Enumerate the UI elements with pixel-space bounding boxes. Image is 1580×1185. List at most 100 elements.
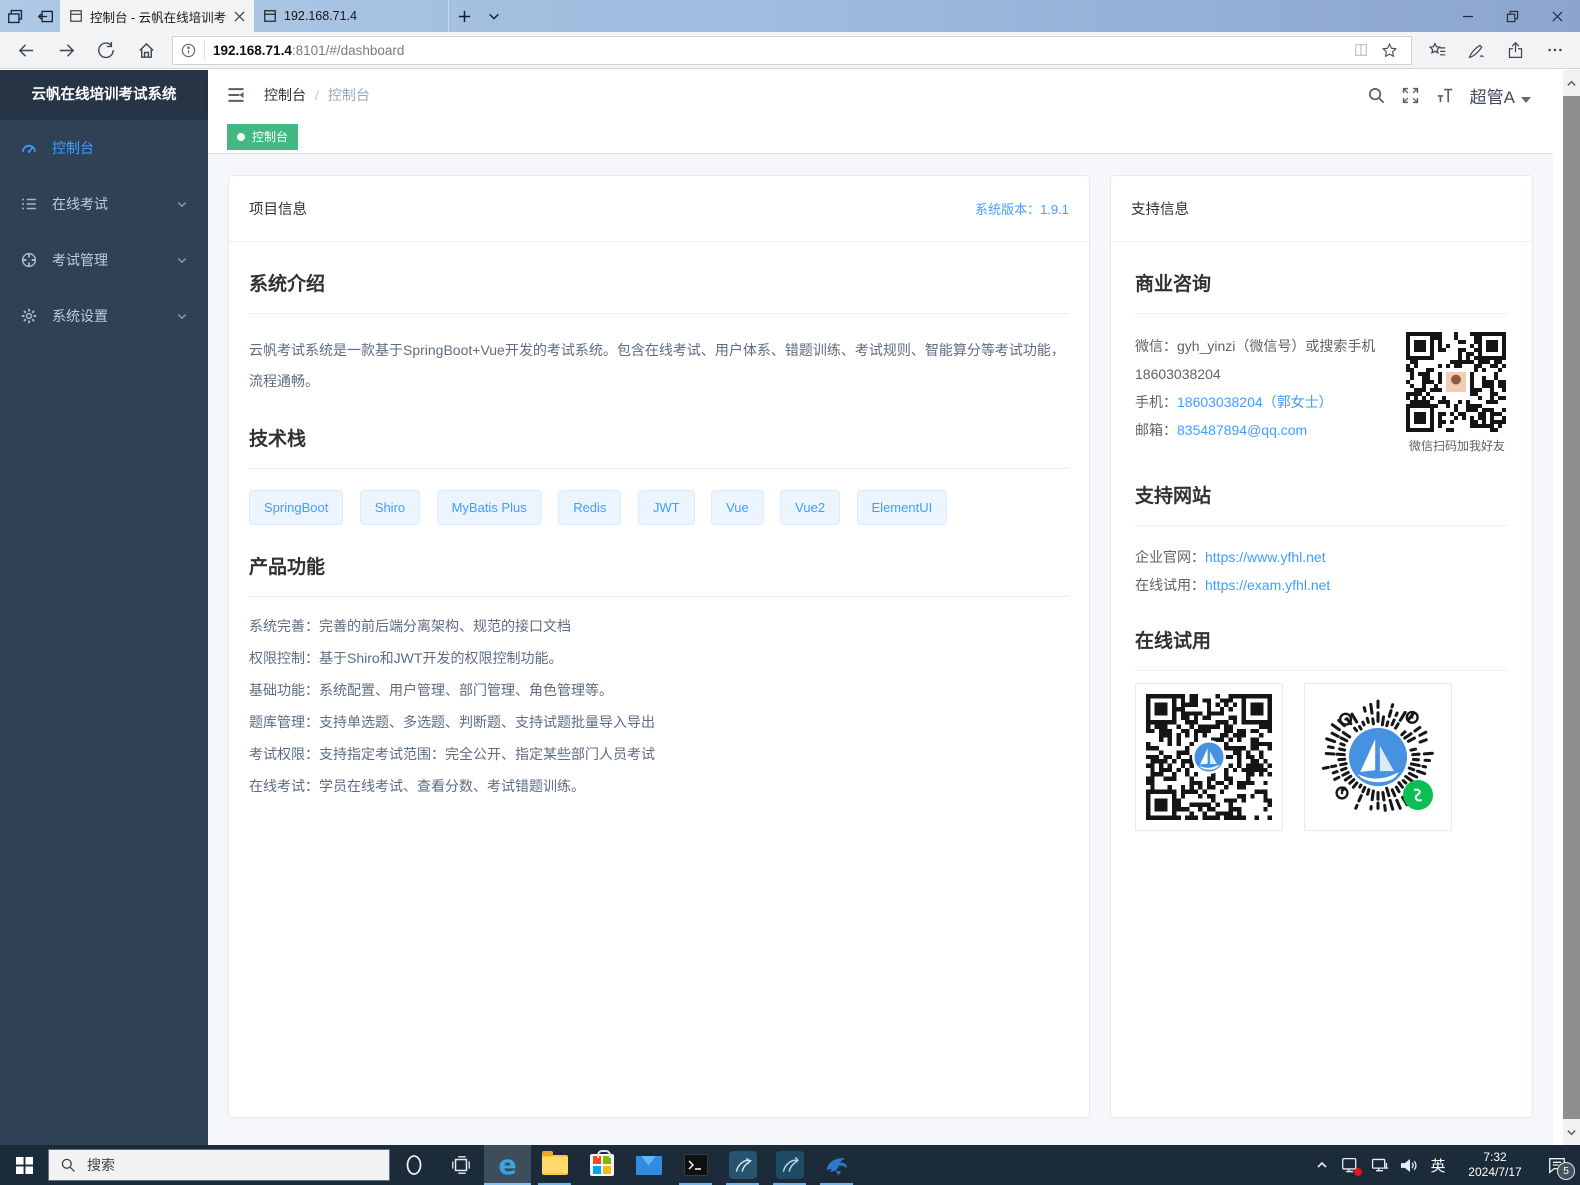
volume-icon[interactable] bbox=[1395, 1145, 1422, 1185]
trial-site-link[interactable]: https://exam.yfhl.net bbox=[1205, 577, 1330, 593]
network-icon[interactable] bbox=[1366, 1145, 1393, 1185]
screen: 控制台 - 云帆在线培训考试系统 192.168.71.4 bbox=[0, 0, 1580, 1185]
taskbar-search-input[interactable]: 搜索 bbox=[48, 1149, 390, 1181]
trial-qr-box bbox=[1135, 683, 1283, 831]
search-icon[interactable] bbox=[1360, 70, 1394, 120]
set-tabs-aside-icon[interactable] bbox=[30, 0, 60, 32]
share-icon[interactable] bbox=[1496, 32, 1535, 68]
taskbar-app-cmd[interactable] bbox=[672, 1145, 719, 1185]
feature-item: 系统完善：完善的前后端分离架构、规范的接口文档 bbox=[249, 610, 1069, 642]
email-link[interactable]: 835487894@qq.com bbox=[1177, 422, 1307, 438]
scroll-down-icon[interactable] bbox=[1563, 1119, 1580, 1145]
system-tray: 英 7:32 2024/7/17 5 bbox=[1308, 1145, 1580, 1185]
sidebar-item-dashboard[interactable]: 控制台 bbox=[0, 120, 208, 176]
time: 7:32 bbox=[1458, 1150, 1532, 1165]
tab-preview-icon[interactable] bbox=[0, 0, 30, 32]
sidebar-item-online-exam[interactable]: 在线考试 bbox=[0, 176, 208, 232]
browser-tab-active[interactable]: 控制台 - 云帆在线培训考试系统 bbox=[60, 0, 254, 32]
official-site-link[interactable]: https://www.yfhl.net bbox=[1205, 549, 1326, 565]
phone-link[interactable]: 18603038204（郭女士） bbox=[1177, 394, 1333, 410]
back-button[interactable] bbox=[6, 32, 46, 68]
card-body: 商业咨询 微信：gyh_yinzi（微信号）或搜索手机 18603038204 … bbox=[1111, 269, 1532, 851]
taskbar-app-mysql[interactable] bbox=[813, 1145, 860, 1185]
tech-tag: JWT bbox=[638, 490, 695, 525]
breadcrumb: 控制台 / 控制台 bbox=[264, 85, 370, 105]
action-center-button[interactable]: 5 bbox=[1538, 1145, 1576, 1185]
phone-label: 手机： bbox=[1135, 394, 1177, 410]
tech-tags: SpringBoot Shiro MyBatis Plus Redis JWT … bbox=[249, 490, 1069, 525]
section-title-trial: 在线试用 bbox=[1135, 626, 1508, 671]
more-options-icon[interactable] bbox=[1535, 32, 1574, 68]
microsoft-store-icon bbox=[590, 1154, 614, 1176]
sidebar-item-exam-manage[interactable]: 考试管理 bbox=[0, 232, 208, 288]
card-header: 项目信息 系统版本：1.9.1 bbox=[229, 176, 1089, 242]
wechat-line: 微信：gyh_yinzi（微信号）或搜索手机 18603038204 bbox=[1135, 332, 1392, 388]
tag-dashboard[interactable]: 控制台 bbox=[227, 124, 298, 150]
url-path: :8101/#/dashboard bbox=[292, 43, 405, 58]
sailboat-logo bbox=[1192, 740, 1226, 774]
tab-list-dropdown-icon[interactable] bbox=[479, 0, 509, 32]
minimize-button[interactable] bbox=[1445, 0, 1490, 32]
forward-button[interactable] bbox=[46, 32, 86, 68]
site-label: 在线试用： bbox=[1135, 577, 1205, 593]
web-page: 云帆在线培训考试系统 控制台 在线考试 考试管理 bbox=[0, 70, 1580, 1145]
feature-item: 题库管理：支持单选题、多选题、判断题、支持试题批量导入导出 bbox=[249, 706, 1069, 738]
restore-button[interactable] bbox=[1490, 0, 1535, 32]
web-note-pen-icon[interactable] bbox=[1457, 32, 1496, 68]
taskbar-app-dbtool-2[interactable] bbox=[766, 1145, 813, 1185]
section-title-intro: 系统介绍 bbox=[249, 269, 1069, 314]
taskbar-clock[interactable]: 7:32 2024/7/17 bbox=[1458, 1150, 1532, 1180]
scrollbar-thumb[interactable] bbox=[1563, 96, 1580, 1119]
sidebar-item-label: 系统设置 bbox=[52, 306, 108, 326]
sidebar-item-label: 在线考试 bbox=[52, 194, 108, 214]
site-links: 企业官网：https://www.yfhl.net 在线试用：https://e… bbox=[1135, 543, 1508, 599]
intro-text: 云帆考试系统是一款基于SpringBoot+Vue开发的考试系统。包含在线考试、… bbox=[249, 335, 1069, 397]
section-title-consult: 商业咨询 bbox=[1135, 269, 1508, 314]
tech-tag: Vue bbox=[711, 490, 764, 525]
home-button[interactable] bbox=[126, 32, 166, 68]
taskbar-app-mail[interactable] bbox=[625, 1145, 672, 1185]
new-tab-button[interactable] bbox=[449, 0, 479, 32]
wechat-contact-qr bbox=[1406, 332, 1506, 432]
start-button[interactable] bbox=[0, 1145, 48, 1185]
section-title-features: 产品功能 bbox=[249, 552, 1069, 597]
sidebar-toggle-icon[interactable] bbox=[208, 70, 264, 120]
page-scrollbar[interactable] bbox=[1563, 70, 1580, 1145]
user-menu[interactable]: 超管A bbox=[1470, 83, 1537, 108]
tab-close-icon[interactable] bbox=[234, 11, 245, 22]
caret-down-icon bbox=[1521, 97, 1531, 103]
site-info-icon[interactable] bbox=[181, 41, 205, 59]
tech-tag: Redis bbox=[558, 490, 621, 525]
taskbar-app-edge[interactable]: e bbox=[484, 1145, 531, 1185]
task-view-button[interactable] bbox=[437, 1145, 484, 1185]
email-line: 邮箱：835487894@qq.com bbox=[1135, 416, 1392, 444]
taskbar-app-explorer[interactable] bbox=[531, 1145, 578, 1185]
taskbar-app-dbtool-1[interactable] bbox=[719, 1145, 766, 1185]
dolphin-icon bbox=[824, 1153, 850, 1177]
favorite-star-icon[interactable] bbox=[1375, 42, 1403, 59]
compass-icon bbox=[20, 251, 38, 269]
reading-view-icon[interactable] bbox=[1347, 42, 1375, 58]
window-controls bbox=[1445, 0, 1580, 32]
cortana-button[interactable] bbox=[390, 1145, 437, 1185]
close-window-button[interactable] bbox=[1535, 0, 1580, 32]
refresh-button[interactable] bbox=[86, 32, 126, 68]
taskbar-app-store[interactable] bbox=[578, 1145, 625, 1185]
input-language-indicator[interactable]: 英 bbox=[1424, 1145, 1452, 1185]
notification-sync-icon[interactable] bbox=[1337, 1145, 1364, 1185]
breadcrumb-item[interactable]: 控制台 bbox=[264, 85, 306, 105]
scroll-up-icon[interactable] bbox=[1563, 70, 1580, 96]
card-title: 项目信息 bbox=[249, 198, 307, 219]
search-placeholder: 搜索 bbox=[87, 1155, 115, 1175]
wechat-qr-wrap: 微信扫码加我好友 bbox=[1406, 332, 1508, 454]
site-label: 企业官网： bbox=[1135, 549, 1205, 565]
hub-favorites-icon[interactable] bbox=[1418, 32, 1457, 68]
url-field[interactable]: 192.168.71.4:8101/#/dashboard bbox=[172, 36, 1412, 65]
font-size-icon[interactable] bbox=[1428, 70, 1462, 120]
feature-item: 权限控制：基于Shiro和JWT开发的权限控制功能。 bbox=[249, 642, 1069, 674]
sidebar-item-system-settings[interactable]: 系统设置 bbox=[0, 288, 208, 344]
fullscreen-icon[interactable] bbox=[1394, 70, 1428, 120]
hidden-icons-chevron[interactable] bbox=[1308, 1145, 1335, 1185]
browser-tab-2[interactable]: 192.168.71.4 bbox=[254, 0, 449, 32]
miniprogram-code bbox=[1315, 694, 1441, 820]
